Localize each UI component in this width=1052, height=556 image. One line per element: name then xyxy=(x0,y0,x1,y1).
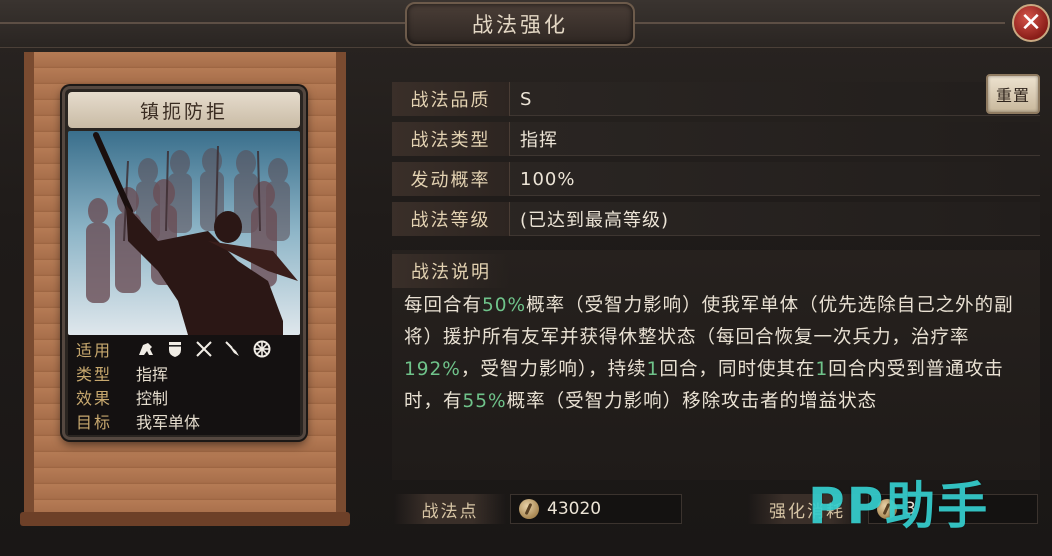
scroll-roller xyxy=(20,512,350,526)
field-level: 战法等级 (已达到最高等级) xyxy=(392,202,1040,236)
close-icon: ✕ xyxy=(1020,8,1042,38)
tactic-points-label: 战法点 xyxy=(394,494,506,524)
description-text: 每回合有50%概率（受智力影响）使我军单体（优先选除自己之外的副将）援护所有友军… xyxy=(404,290,1032,418)
info-value-target: 我军单体 xyxy=(136,413,201,432)
field-trigger-rate-label: 发动概率 xyxy=(392,162,510,196)
cavalry-icon xyxy=(139,343,153,355)
tactic-point-icon xyxy=(519,499,539,519)
desc-highlight: 192% xyxy=(404,359,461,380)
info-row-effect: 效果 控制 xyxy=(76,385,296,409)
desc-part: 概率（受智力影响）移除攻击者的增益状态 xyxy=(506,391,878,412)
info-value-effect: 控制 xyxy=(136,389,169,408)
tactic-points-number: 43020 xyxy=(547,499,602,519)
field-quality: 战法品质 S xyxy=(392,82,1040,116)
info-value-type: 指挥 xyxy=(136,365,169,384)
title-ornament-left xyxy=(0,22,405,24)
unit-type-icons xyxy=(136,339,272,359)
window-title: 战法强化 xyxy=(405,2,635,46)
close-button[interactable]: ✕ xyxy=(1012,4,1050,42)
field-type: 战法类型 指挥 xyxy=(392,122,1040,156)
info-key-type: 类型 xyxy=(76,365,113,384)
desc-highlight: 1 xyxy=(815,359,829,380)
desc-highlight: 55% xyxy=(462,391,507,412)
field-quality-label: 战法品质 xyxy=(392,82,510,116)
info-key-effect: 效果 xyxy=(76,389,113,408)
wheel-icon xyxy=(253,340,271,358)
desc-part: 回合，同时使其在 xyxy=(659,359,816,380)
info-key-target: 目标 xyxy=(76,413,113,432)
description-label: 战法说明 xyxy=(392,254,510,288)
tactic-card-info: 适用 类型 指挥 效果 控制 目标 我军单体 xyxy=(68,335,300,435)
info-key-applicable: 适用 xyxy=(76,341,113,360)
info-row-applicable: 适用 xyxy=(76,337,296,361)
shield-icon xyxy=(169,342,181,357)
desc-part: ，受智力影响），持续 xyxy=(460,359,647,380)
warrior-silhouette-image xyxy=(68,131,300,335)
field-level-value: (已达到最高等级) xyxy=(520,210,670,231)
field-quality-value: S xyxy=(520,88,533,110)
reset-button[interactable]: 重置 xyxy=(986,74,1040,114)
crossed-spears-icon xyxy=(196,341,212,357)
tactic-card: 镇扼防拒 适用 类型 指挥 效果 控制 目标 我军单体 xyxy=(62,86,306,440)
field-trigger-rate: 发动概率 100% xyxy=(392,162,1040,196)
desc-highlight: 50% xyxy=(482,295,527,316)
field-type-value: 指挥 xyxy=(520,130,558,151)
tactic-points-value: 43020 xyxy=(510,494,682,524)
tactic-card-name: 镇扼防拒 xyxy=(68,92,300,128)
info-row-type: 类型 指挥 xyxy=(76,361,296,385)
pp-assistant-watermark: PP助手 xyxy=(808,477,990,535)
desc-highlight: 1 xyxy=(646,359,660,380)
field-trigger-rate-value: 100% xyxy=(520,168,576,190)
archer-icon xyxy=(225,341,239,356)
field-type-label: 战法类型 xyxy=(392,122,510,156)
field-level-label: 战法等级 xyxy=(392,202,510,236)
desc-part: 每回合有 xyxy=(404,295,483,316)
tactic-description: 战法说明 每回合有50%概率（受智力影响）使我军单体（优先选除自己之外的副将）援… xyxy=(392,250,1040,480)
info-row-target: 目标 我军单体 xyxy=(76,409,296,433)
tactic-card-art xyxy=(68,131,300,335)
title-ornament-right xyxy=(635,22,1005,24)
